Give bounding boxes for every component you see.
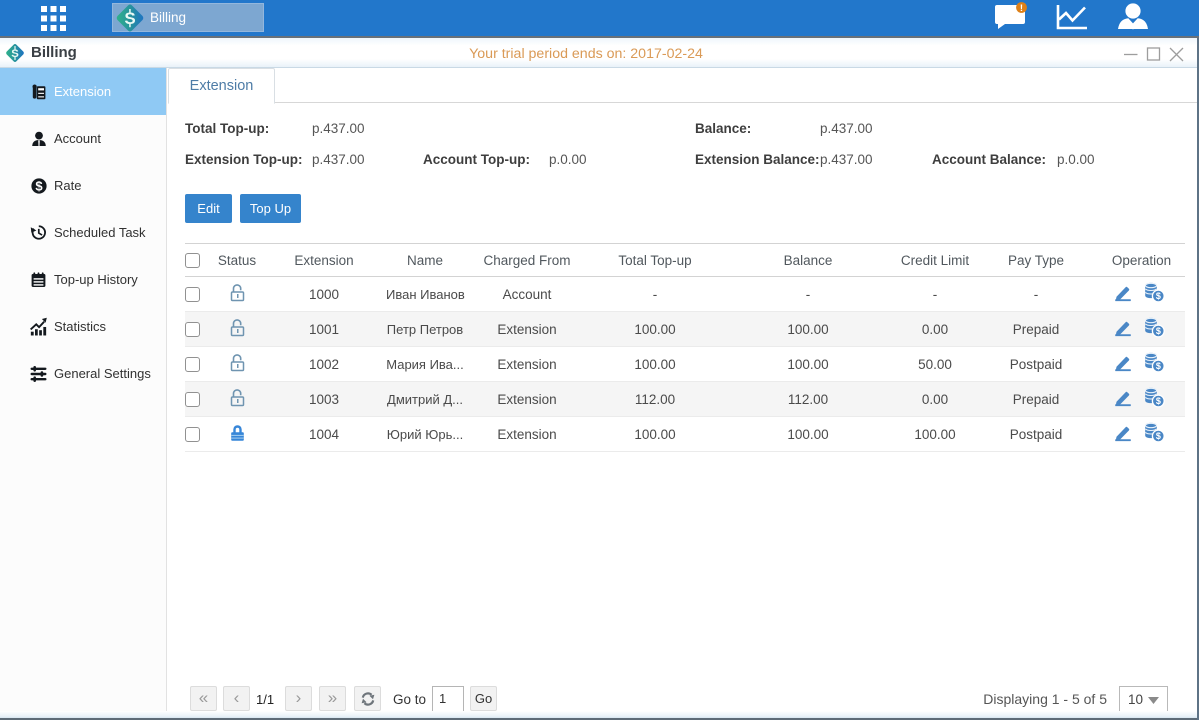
svg-text:$: $ [1155,361,1160,371]
svg-text:$: $ [1155,431,1160,441]
svg-text:!: ! [1020,3,1023,14]
svg-text:$: $ [1155,291,1160,301]
svg-text:$: $ [35,178,43,193]
svg-text:$: $ [1155,326,1160,336]
svg-text:$: $ [1155,396,1160,406]
